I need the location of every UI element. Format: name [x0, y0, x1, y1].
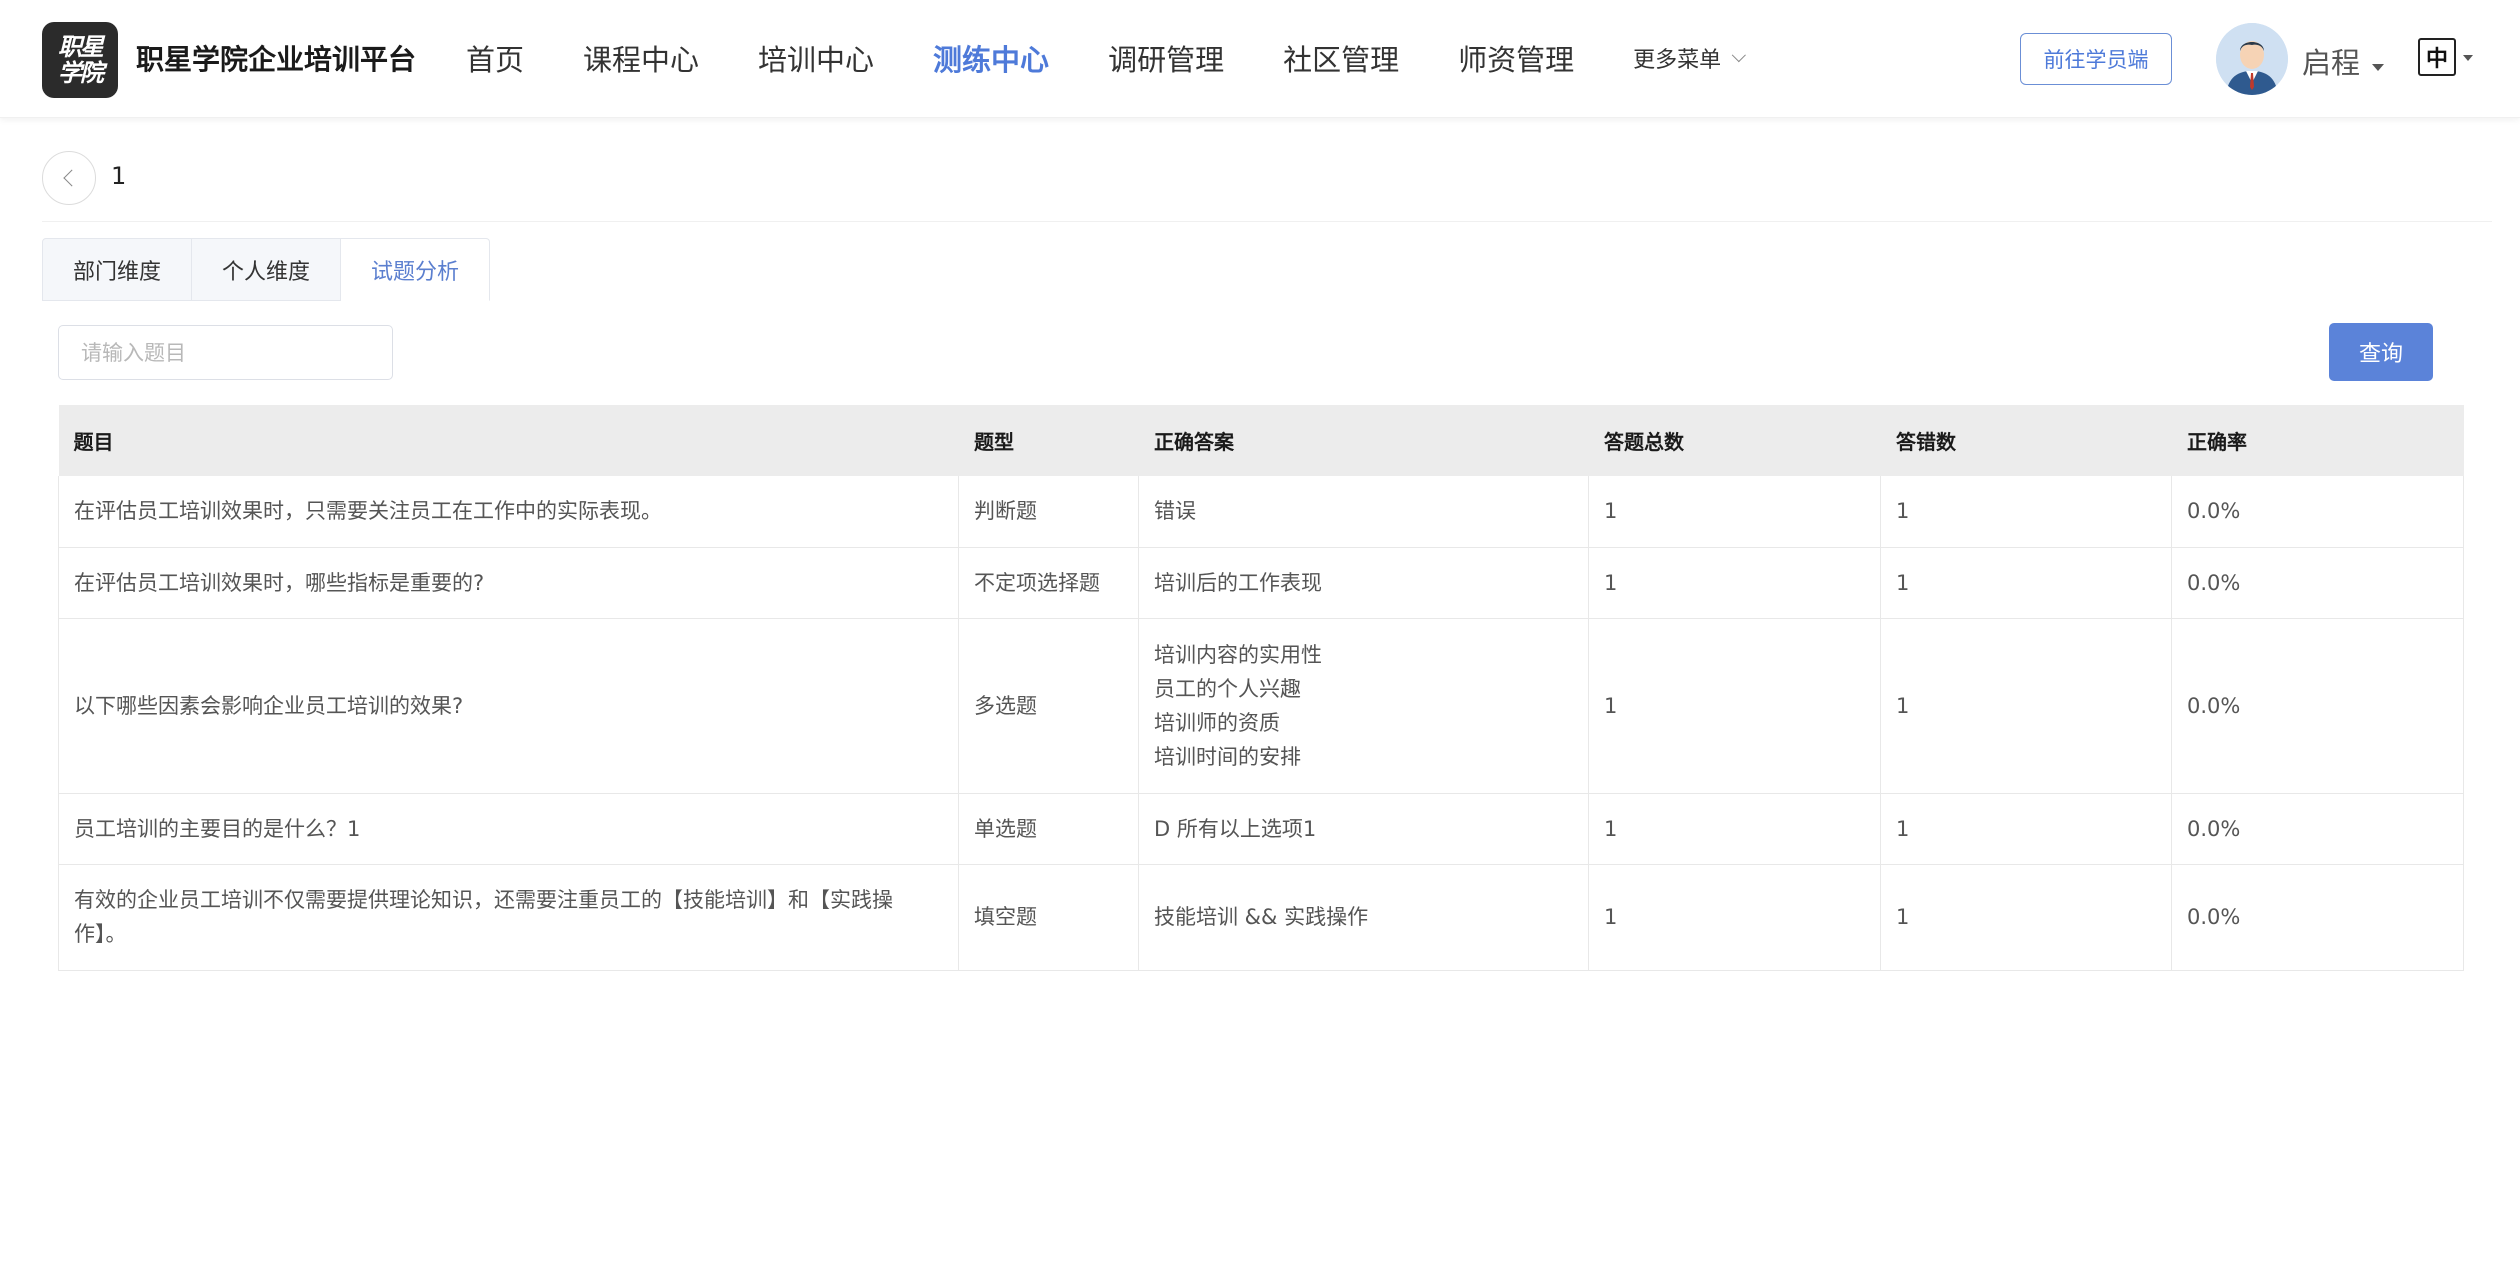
cell-rate: 0.0% [2171, 793, 2464, 865]
cell-answer: 培训后的工作表现 [1138, 547, 1589, 619]
cell-type: 不定项选择题 [958, 547, 1139, 619]
nav-item-survey-management[interactable]: 调研管理 [1108, 37, 1224, 79]
cell-total: 1 [1588, 618, 1881, 794]
cell-wrong: 1 [1880, 547, 2172, 619]
table-row: 员工培训的主要目的是什么？1 单选题 D 所有以上选项1 1 1 0.0% [58, 793, 2464, 865]
cell-question: 员工培训的主要目的是什么？1 [58, 793, 959, 865]
cell-question: 在评估员工培训效果时，只需要关注员工在工作中的实际表现。 [58, 476, 959, 548]
cell-total: 1 [1588, 793, 1881, 865]
tab-personal-dimension[interactable]: 个人维度 [192, 238, 342, 301]
nav-item-home[interactable]: 首页 [466, 37, 524, 79]
nav-item-community-management[interactable]: 社区管理 [1283, 37, 1399, 79]
avatar-person-icon [2216, 23, 2288, 95]
logo-text-line2: 学院 [58, 59, 104, 87]
page-divider [42, 221, 2492, 222]
brand-logo[interactable]: 职星 学院 [42, 22, 118, 98]
back-button[interactable] [42, 151, 96, 205]
nav-item-exam-center[interactable]: 测练中心 [933, 37, 1049, 79]
cell-type: 判断题 [958, 476, 1139, 548]
user-avatar[interactable] [2216, 23, 2288, 95]
user-name[interactable]: 启程 [2302, 40, 2360, 82]
column-header-accuracy: 正确率 [2171, 405, 2464, 476]
language-caret-down-icon[interactable] [2463, 55, 2473, 61]
user-caret-down-icon[interactable] [2372, 64, 2384, 71]
query-button[interactable]: 查询 [2329, 323, 2433, 381]
answer-line: 错误 [1154, 499, 1196, 524]
cell-rate: 0.0% [2171, 476, 2464, 548]
column-header-type: 题型 [958, 405, 1139, 476]
cell-wrong: 1 [1880, 618, 2172, 794]
chevron-left-icon [63, 169, 81, 187]
answer-line: 培训时间的安排 [1154, 744, 1301, 769]
cell-total: 1 [1588, 547, 1881, 619]
cell-question: 以下哪些因素会影响企业员工培训的效果? [58, 618, 959, 794]
nav-item-teacher-management[interactable]: 师资管理 [1458, 37, 1574, 79]
cell-type: 单选题 [958, 793, 1139, 865]
question-analysis-table: 题目 题型 正确答案 答题总数 答错数 正确率 在评估员工培训效果时，只需要关注… [58, 405, 2464, 971]
analysis-tabs: 部门维度 个人维度 试题分析 [42, 238, 491, 301]
brand-title: 职星学院企业培训平台 [136, 43, 417, 76]
main-nav: 首页 课程中心 培训中心 测练中心 调研管理 社区管理 师资管理 更多菜单 [466, 36, 1747, 80]
answer-line: 培训后的工作表现 [1154, 570, 1322, 595]
answer-line: D 所有以上选项1 [1154, 816, 1317, 841]
chevron-down-icon [1731, 48, 1747, 63]
cell-rate: 0.0% [2171, 547, 2464, 619]
column-header-wrong-count: 答错数 [1880, 405, 2172, 476]
cell-type: 填空题 [958, 864, 1139, 971]
nav-more-menu[interactable]: 更多菜单 [1633, 42, 1747, 74]
cell-wrong: 1 [1880, 476, 2172, 548]
nav-item-training-center[interactable]: 培训中心 [758, 37, 874, 79]
nav-item-course-center[interactable]: 课程中心 [583, 37, 699, 79]
page-title: 1 [111, 162, 127, 190]
table-row: 以下哪些因素会影响企业员工培训的效果? 多选题 培训内容的实用性 员工的个人兴趣… [58, 618, 2464, 794]
column-header-question: 题目 [58, 405, 959, 476]
cell-answer: 错误 [1138, 476, 1589, 548]
cell-total: 1 [1588, 864, 1881, 971]
cell-wrong: 1 [1880, 864, 2172, 971]
answer-line: 技能培训 && 实践操作 [1154, 905, 1369, 929]
language-switch[interactable]: 中 [2418, 38, 2456, 76]
cell-wrong: 1 [1880, 793, 2172, 865]
table-row: 在评估员工培训效果时，只需要关注员工在工作中的实际表现。 判断题 错误 1 1 … [58, 476, 2464, 548]
cell-question: 在评估员工培训效果时，哪些指标是重要的? [58, 547, 959, 619]
cell-answer: 技能培训 && 实践操作 [1138, 864, 1589, 971]
question-search-input[interactable] [58, 325, 393, 380]
tab-department-dimension[interactable]: 部门维度 [42, 238, 193, 301]
go-to-student-button[interactable]: 前往学员端 [2020, 33, 2172, 85]
answer-line: 培训师的资质 [1154, 710, 1280, 735]
table-row: 有效的企业员工培训不仅需要提供理论知识，还需要注重员工的【技能培训】和【实践操作… [58, 864, 2464, 971]
table-header-row: 题目 题型 正确答案 答题总数 答错数 正确率 [58, 405, 2464, 476]
cell-answer: 培训内容的实用性 员工的个人兴趣 培训师的资质 培训时间的安排 [1138, 618, 1589, 794]
table-row: 在评估员工培训效果时，哪些指标是重要的? 不定项选择题 培训后的工作表现 1 1… [58, 547, 2464, 619]
answer-line: 员工的个人兴趣 [1154, 676, 1301, 701]
cell-total: 1 [1588, 476, 1881, 548]
cell-rate: 0.0% [2171, 864, 2464, 971]
more-menu-label: 更多菜单 [1633, 48, 1722, 73]
answer-line: 培训内容的实用性 [1154, 642, 1322, 667]
cell-answer: D 所有以上选项1 [1138, 793, 1589, 865]
logo-text-line1: 职星 [58, 33, 104, 61]
column-header-total-answers: 答题总数 [1588, 405, 1881, 476]
cell-question: 有效的企业员工培训不仅需要提供理论知识，还需要注重员工的【技能培训】和【实践操作… [58, 864, 959, 971]
cell-rate: 0.0% [2171, 618, 2464, 794]
cell-type: 多选题 [958, 618, 1139, 794]
tab-question-analysis[interactable]: 试题分析 [341, 238, 491, 301]
top-header: 职星 学院 职星学院企业培训平台 首页 课程中心 培训中心 测练中心 调研管理 … [0, 0, 2520, 118]
column-header-correct-answer: 正确答案 [1138, 405, 1589, 476]
